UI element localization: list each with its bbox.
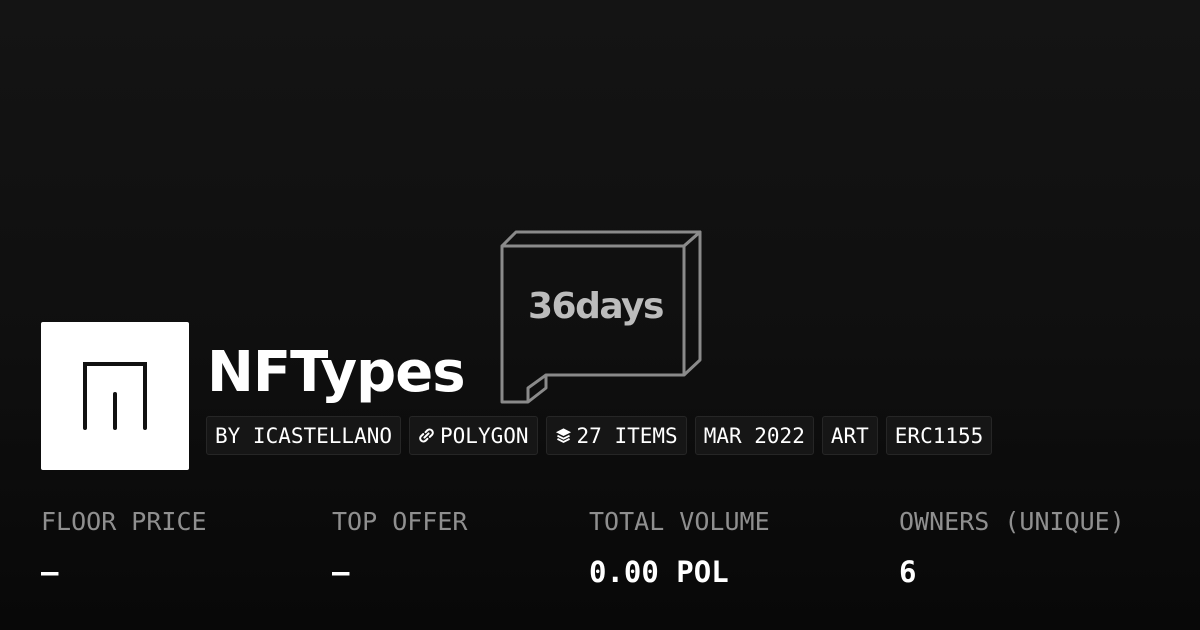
category-chip-label: ART (830, 423, 869, 448)
collection-logo[interactable] (41, 322, 189, 470)
floor-price-stat: FLOOR PRICE – (41, 505, 207, 590)
stat-label: OWNERS (UNIQUE) (899, 507, 1125, 536)
link-icon (419, 428, 434, 443)
layers-icon (555, 428, 571, 443)
stat-value: 0.00 POL (589, 555, 729, 589)
collection-banner-image: 36days (498, 228, 704, 406)
chain-chip[interactable]: POLYGON (409, 416, 538, 455)
total-volume-stat: TOTAL VOLUME 0.00 POL (589, 505, 770, 590)
collection-title: NFTypes (207, 340, 466, 405)
stat-value: 6 (899, 555, 917, 589)
category-chip[interactable]: ART (821, 416, 878, 455)
stat-label: TOTAL VOLUME (589, 507, 770, 536)
date-chip: MAR 2022 (694, 416, 814, 455)
stat-label: TOP OFFER (332, 507, 468, 536)
standard-chip-label: ERC1155 (894, 423, 984, 448)
chain-chip-label: POLYGON (440, 423, 529, 448)
creator-chip-label: BY ICASTELLANO (215, 423, 393, 448)
creator-chip[interactable]: BY ICASTELLANO (206, 416, 402, 455)
date-chip-label: MAR 2022 (703, 423, 805, 448)
owners-stat: OWNERS (UNIQUE) 6 (899, 505, 1125, 590)
items-chip[interactable]: 27 ITEMS (545, 416, 687, 455)
stat-value: – (332, 555, 350, 589)
nftypes-logo-icon (83, 362, 147, 430)
standard-chip: ERC1155 (885, 416, 993, 455)
items-chip-label: 27 ITEMS (576, 423, 678, 448)
stat-label: FLOOR PRICE (41, 507, 207, 536)
stat-value: – (41, 555, 59, 589)
banner-text: 36days (528, 286, 664, 327)
top-offer-stat: TOP OFFER – (332, 505, 467, 590)
collection-info-chips: BY ICASTELLANO POLYGON 27 ITEMS MAR 2022… (206, 416, 993, 455)
